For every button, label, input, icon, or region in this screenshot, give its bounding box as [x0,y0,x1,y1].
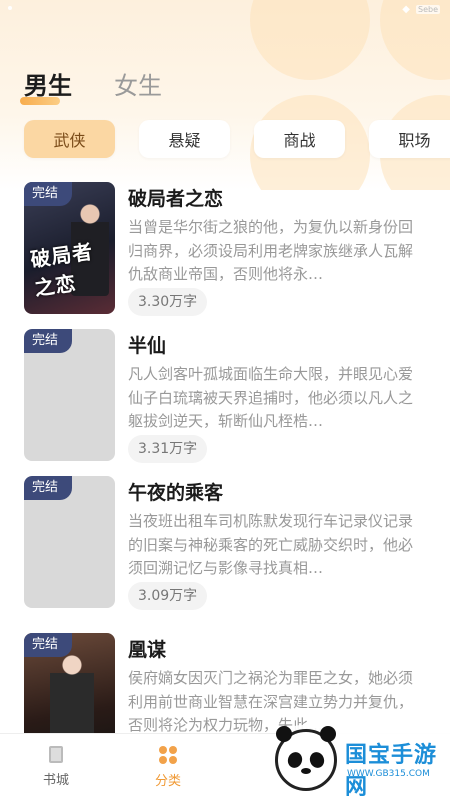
book-title[interactable]: 午夜的乘客 [128,478,223,505]
book-cover[interactable]: 完结 [24,476,115,608]
word-count: 3.31万字 [128,435,208,463]
category-suspense[interactable]: 悬疑 [139,120,230,158]
status-badge: 完结 [24,633,73,657]
word-count: 3.30万字 [128,288,208,316]
nav-category-label: 分类 [154,774,181,789]
battery-label: Sebe [416,5,440,14]
cover-figure [50,647,94,747]
book-title[interactable]: 半仙 [128,331,166,358]
book-description: 当曾是华尔街之狼的他，为复仇以新身份回归商界，必须设局利用老牌家族继承人瓦解仇敌… [128,218,414,283]
nav-bookstore-label: 书城 [42,773,69,788]
book-item[interactable]: 完结 午夜的乘客 当夜班出租车司机陈默发现行车记录仪记录的旧案与神秘乘客的死亡威… [24,476,434,611]
watermark-url: WWW.GB315.COM [347,769,430,779]
category-workplace[interactable]: 职场 [369,120,450,158]
status-badge: 完结 [24,182,73,206]
book-cover[interactable]: 破局者之恋 完结 [24,182,115,314]
tab-female[interactable]: 女生 [114,66,162,101]
nav-bookstore[interactable]: 书城 [0,734,112,800]
tab-male[interactable]: 男生 [20,66,72,105]
tab-male-label: 男生 [24,72,72,100]
gender-tabs: 男生 女生 [20,66,162,105]
status-dot [8,6,12,10]
book-description: 凡人剑客叶孤城面临生命大限，并眼见心爱仙子白琉璃被天界追捕时，他必须以凡人之躯拔… [128,365,414,430]
decor-shape [250,0,370,80]
book-item[interactable]: 完结 半仙 凡人剑客叶孤城面临生命大限，并眼见心爱仙子白琉璃被天界追捕时，他必须… [24,329,434,464]
status-bar: ◆ Sebe [402,4,440,15]
nav-category[interactable]: 分类 [112,734,224,800]
status-badge: 完结 [24,476,73,500]
book-icon [49,746,63,763]
category-wuxia[interactable]: 武侠 [24,120,115,158]
book-cover[interactable]: 完结 [24,329,115,461]
tab-female-label: 女生 [114,72,162,100]
book-description: 当夜班出租车司机陈默发现行车记录仪记录的旧案与神秘乘客的死亡威胁交织时，他必须回… [128,512,414,577]
book-item[interactable]: 破局者之恋 完结 破局者之恋 当曾是华尔街之狼的他，为复仇以新身份回归商界，必须… [24,182,434,317]
word-count: 3.09万字 [128,582,208,610]
site-watermark: 国宝手游网 WWW.GB315.COM [265,725,450,800]
book-title[interactable]: 破局者之恋 [128,184,223,211]
category-icon [159,746,177,764]
cover-title-art: 破局者之恋 [28,239,95,301]
category-business[interactable]: 商战 [254,120,345,158]
wifi-icon: ◆ [402,4,410,15]
panda-logo-icon [275,726,337,791]
status-badge: 完结 [24,329,73,353]
book-title[interactable]: 凰谋 [128,635,166,662]
category-filter-row: 武侠 悬疑 商战 职场 [24,120,450,158]
